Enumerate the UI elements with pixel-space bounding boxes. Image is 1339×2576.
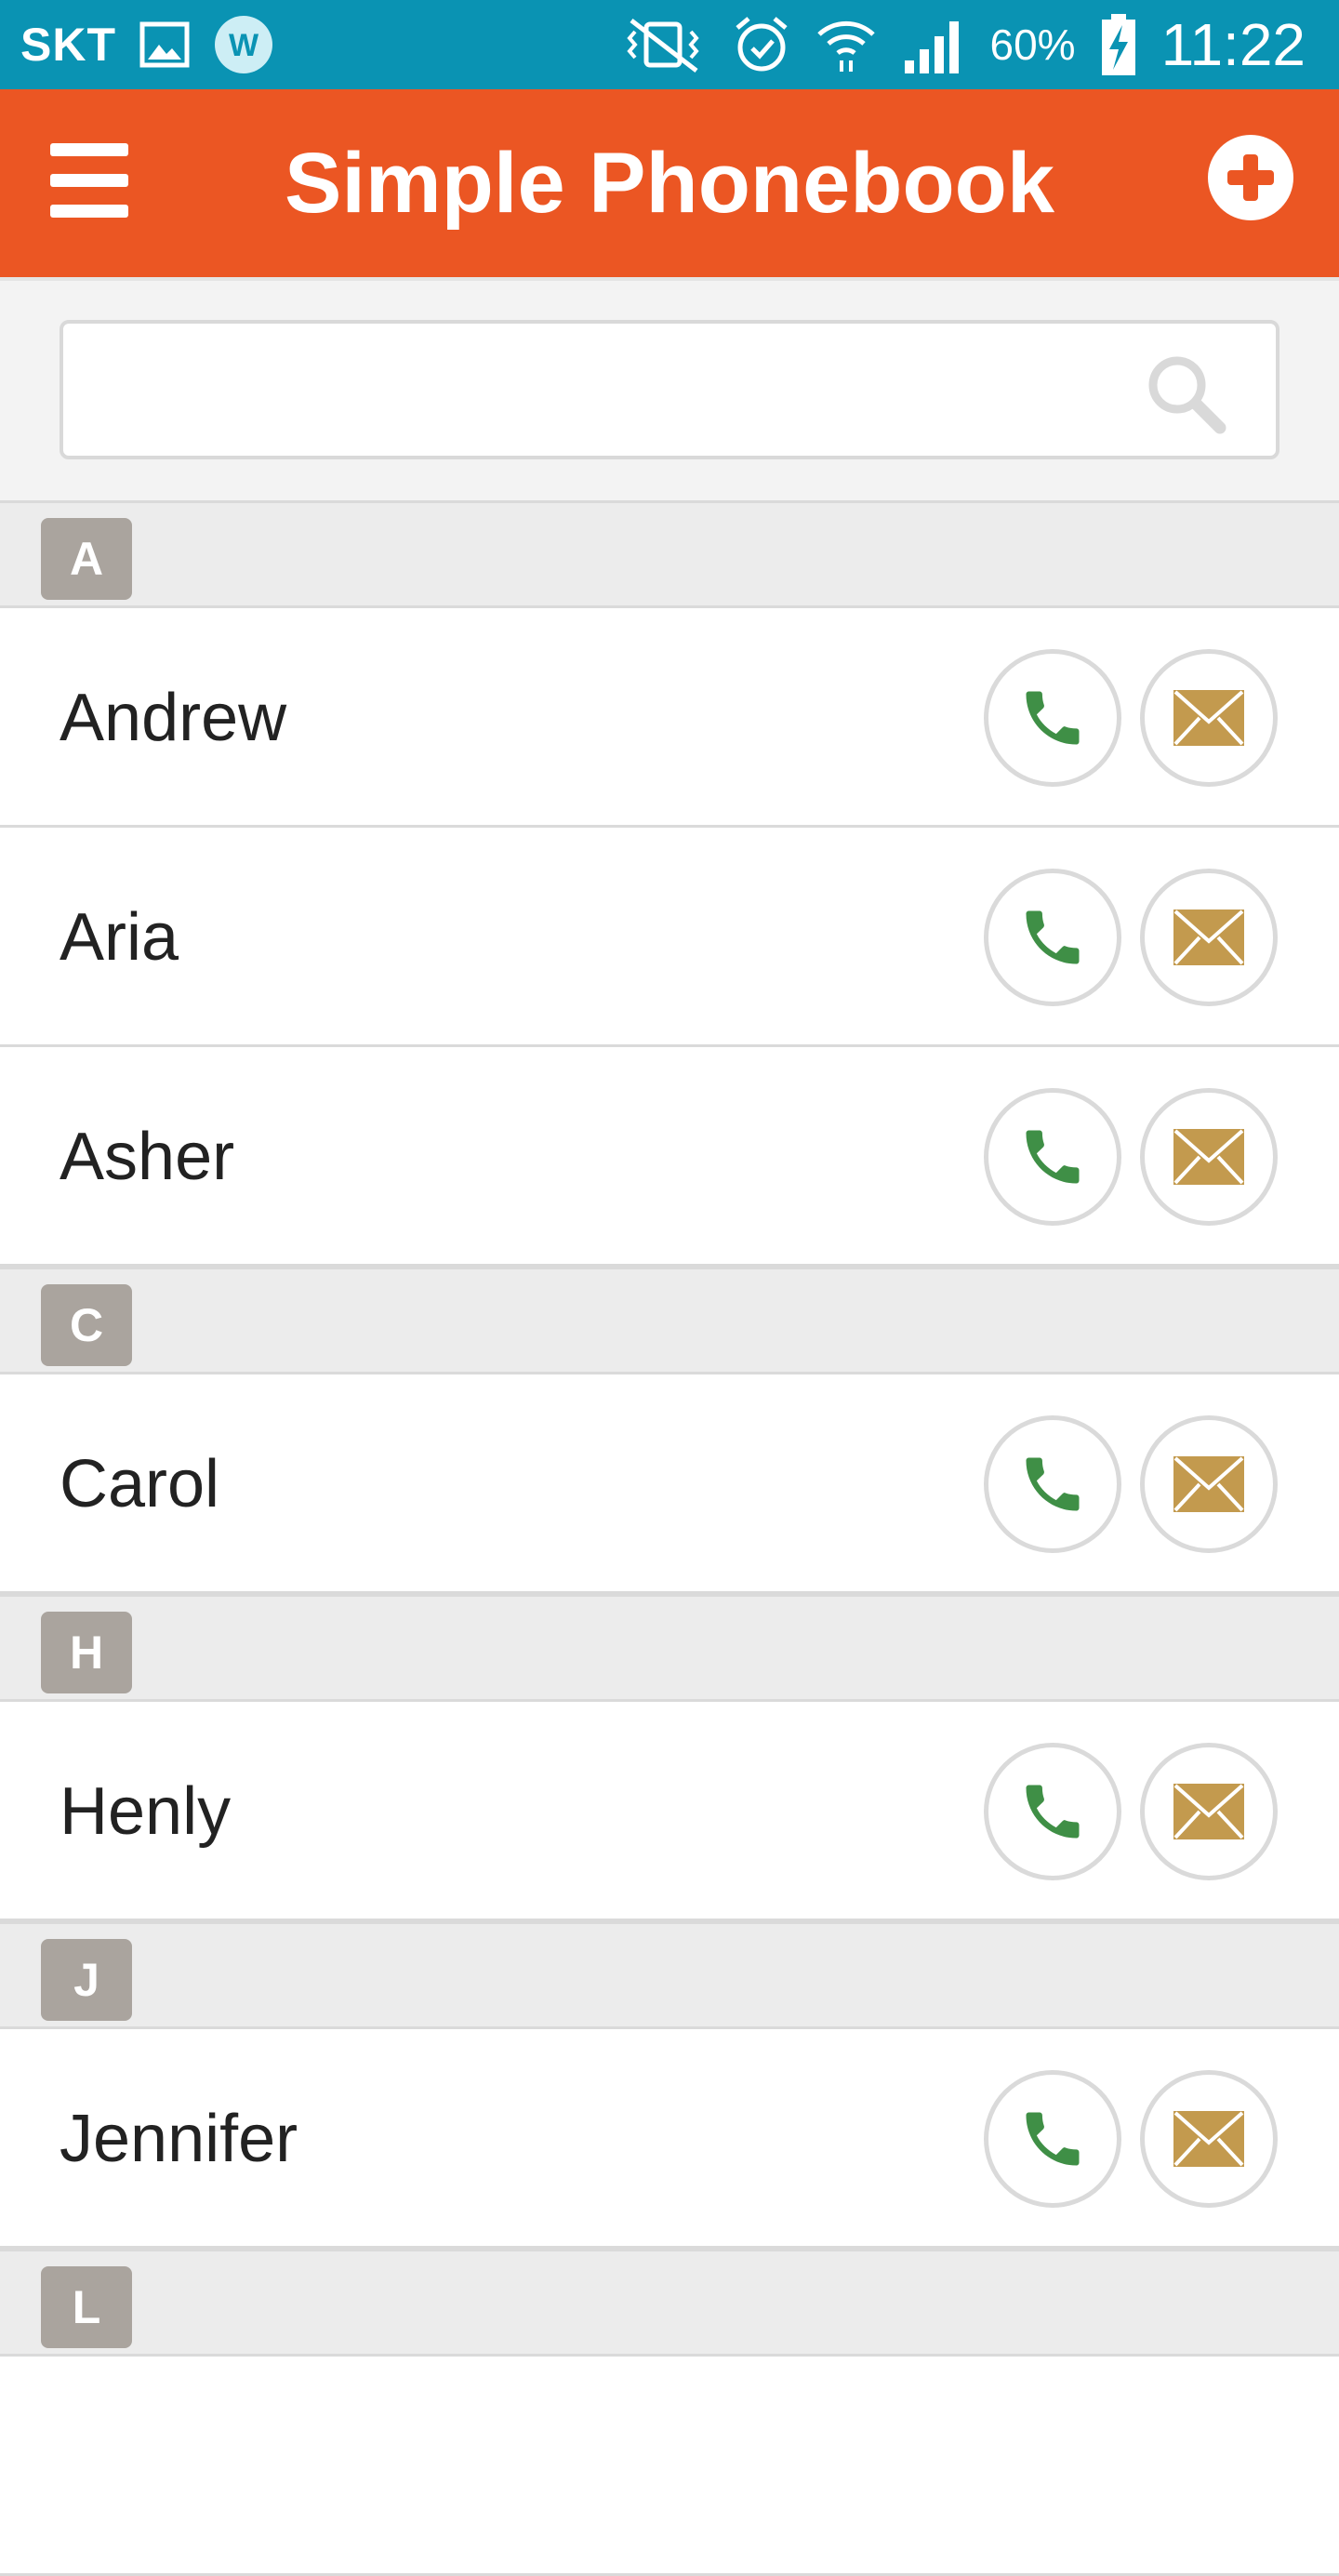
envelope-icon [1173,2111,1244,2167]
contact-name: Jennifer [60,2102,298,2176]
envelope-icon [1173,910,1244,965]
gallery-icon [139,21,190,68]
phone-icon [1026,910,1080,964]
alarm-icon [735,17,788,72]
envelope-icon [1173,1456,1244,1512]
section-header-c: C [0,1267,1339,1374]
search-icon[interactable] [1144,352,1227,435]
contact-name: Aria [60,900,179,975]
wifi-icon [816,20,875,72]
status-bar: SKT W 60% 11:22 [0,0,1339,89]
search-area [0,277,1339,500]
phone-icon [1026,1785,1080,1839]
section-letter-badge: H [41,1612,132,1693]
phone-icon [1026,691,1080,745]
contact-row[interactable]: Carol [0,1374,1339,1594]
app-title: Simple Phonebook [284,136,1055,231]
email-button[interactable] [1140,1088,1278,1226]
email-button[interactable] [1140,1415,1278,1553]
contact-name: Carol [60,1447,220,1521]
section-letter-badge: J [41,1939,132,2021]
vibrate-icon [626,19,699,73]
section-header-h: H [0,1594,1339,1702]
call-button[interactable] [984,1088,1121,1226]
call-button[interactable] [984,2070,1121,2208]
section-letter-badge: L [41,2266,132,2348]
section-header-l: L [0,2249,1339,2357]
phone-icon [1026,2112,1080,2166]
contact-row[interactable]: Asher [0,1047,1339,1267]
section-letter-badge: C [41,1284,132,1366]
email-button[interactable] [1140,1743,1278,1880]
contact-name: Asher [60,1120,235,1194]
contact-row[interactable]: Jennifer [0,2029,1339,2249]
svg-text:W: W [229,28,259,63]
envelope-icon [1173,1784,1244,1839]
contact-list: A Andrew Aria Asher C Carol H Henly J Je… [0,500,1339,2576]
call-button[interactable] [984,1743,1121,1880]
envelope-icon [1173,1129,1244,1185]
plus-circle-icon[interactable] [1207,134,1294,221]
phone-icon [1026,1457,1080,1511]
signal-icon [904,21,959,73]
carrier-label: SKT [20,19,116,71]
phone-icon [1026,1130,1080,1184]
battery-charging-icon [1101,14,1135,75]
battery-percent: 60% [989,20,1076,69]
section-header-a: A [0,500,1339,608]
email-button[interactable] [1140,649,1278,787]
email-button[interactable] [1140,2070,1278,2208]
search-input[interactable] [82,342,1146,439]
call-button[interactable] [984,869,1121,1006]
contact-name: Henly [60,1774,232,1849]
search-box[interactable] [60,320,1279,459]
section-letter-badge: A [41,518,132,600]
section-header-j: J [0,1921,1339,2029]
contact-name: Andrew [60,681,287,755]
contact-row[interactable]: Henly [0,1702,1339,1921]
app-bar: Simple Phonebook [0,89,1339,277]
contact-row[interactable]: Aria [0,828,1339,1047]
envelope-icon [1173,690,1244,746]
call-button[interactable] [984,1415,1121,1553]
contact-row-partial[interactable] [0,2357,1339,2576]
contact-row[interactable]: Andrew [0,608,1339,828]
clock: 11:22 [1160,11,1306,78]
w-app-icon: W [215,16,272,73]
email-button[interactable] [1140,869,1278,1006]
call-button[interactable] [984,649,1121,787]
